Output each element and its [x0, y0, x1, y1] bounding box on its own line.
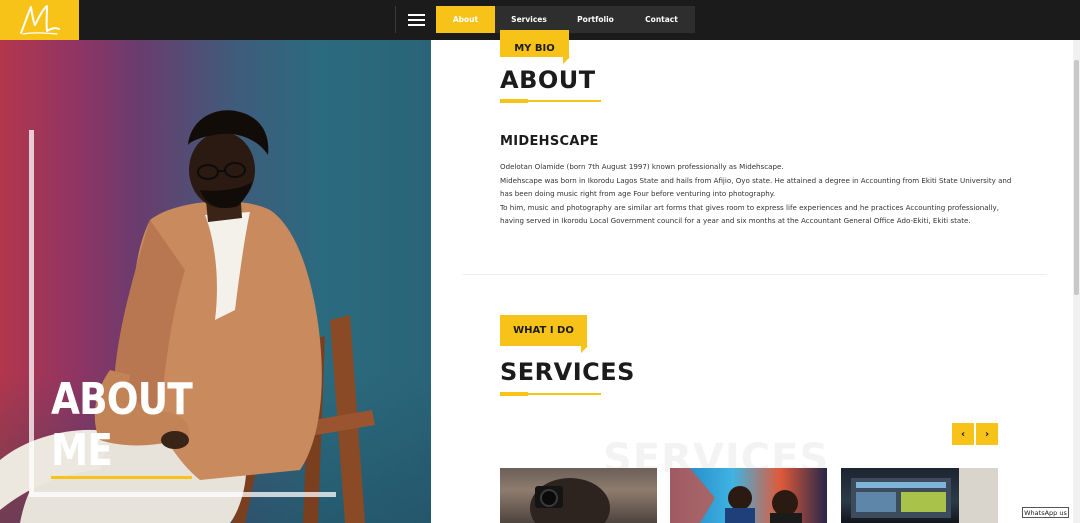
editing-photo-thumbnail [851, 468, 998, 523]
carousel-prev-button[interactable]: ‹ [952, 423, 974, 445]
about-heading: ABOUT [500, 66, 596, 94]
bio-name: MIDEHSCAPE [500, 134, 599, 149]
page-scrollbar[interactable] [1073, 40, 1080, 523]
bio-paragraph: Midehscape was born in Ikorodu Lagos Sta… [500, 175, 1012, 199]
hero-title: ABOUT ME [51, 374, 193, 476]
scrollbar-thumb[interactable] [1074, 60, 1079, 295]
service-card-editing[interactable] [841, 468, 998, 523]
services-section-tag-label: WHAT I DO [513, 325, 574, 336]
nav-item-contact[interactable]: Contact [628, 6, 695, 33]
service-card-music[interactable] [670, 468, 827, 523]
service-card-photography[interactable] [500, 468, 657, 523]
hero-title-line-1: ABOUT [51, 374, 193, 425]
about-heading-underline [500, 99, 601, 103]
nav-item-portfolio[interactable]: Portfolio [563, 6, 628, 33]
whatsapp-button[interactable]: WhatsApp us [1022, 507, 1069, 518]
nav-item-services[interactable]: Services [495, 6, 563, 33]
services-section-tag: WHAT I DO [500, 315, 588, 353]
bio-paragraph: To him, music and photography are simila… [500, 202, 999, 226]
logo-signature-icon [19, 5, 60, 35]
chevron-left-icon: ‹ [960, 428, 966, 440]
hero-image: ABOUT ME [0, 40, 431, 523]
services-heading: SERVICES [500, 358, 635, 386]
nav-item-about[interactable]: About [436, 6, 495, 33]
carousel-next-button[interactable]: › [976, 423, 998, 445]
main-nav: About Services Portfolio Contact [395, 6, 695, 33]
bio-text: Odelotan Olamide (born 7th August 1997) … [500, 160, 1020, 228]
services-heading-underline [500, 392, 601, 396]
chevron-right-icon: › [984, 428, 990, 440]
about-section-tag-label: MY BIO [514, 43, 555, 54]
camera-photo-thumbnail [530, 478, 610, 523]
music-photo-thumbnail [670, 468, 802, 523]
about-section-tag: MY BIO [500, 30, 570, 64]
bio-paragraph: Odelotan Olamide (born 7th August 1997) … [500, 162, 784, 171]
section-divider [463, 274, 1047, 275]
site-logo[interactable] [0, 0, 79, 40]
hamburger-icon[interactable] [395, 6, 436, 33]
hero-title-line-2: ME [51, 425, 113, 476]
hero-title-underline [51, 476, 192, 479]
